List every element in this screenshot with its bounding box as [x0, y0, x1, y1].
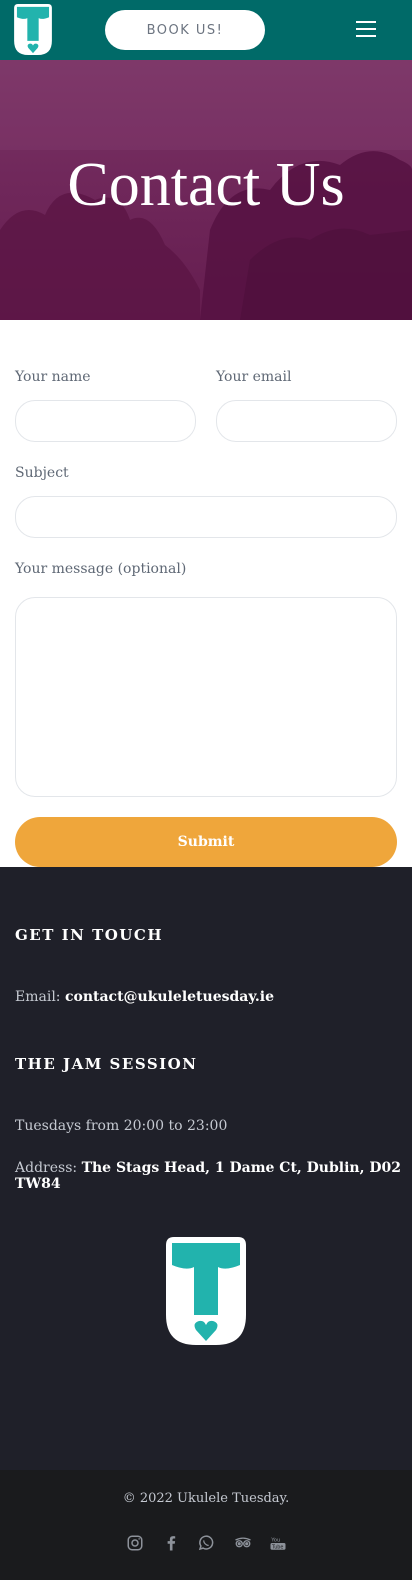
submit-button[interactable]: Submit — [15, 817, 397, 867]
email-link[interactable]: contact@ukuleletuesday.ie — [65, 989, 274, 1005]
whatsapp-icon[interactable] — [197, 1534, 215, 1552]
hamburger-menu-icon[interactable] — [356, 21, 376, 37]
jam-session-heading: THE JAM SESSION — [15, 1055, 198, 1073]
address-label: Address: — [15, 1160, 78, 1176]
name-label: Your name — [15, 369, 91, 385]
hero-banner: Contact Us — [0, 60, 412, 320]
svg-text:Tube: Tube — [271, 1545, 283, 1551]
email-input[interactable] — [216, 400, 397, 442]
tripadvisor-icon[interactable] — [234, 1534, 252, 1552]
site-header: BOOK US! — [0, 0, 412, 60]
facebook-icon[interactable] — [162, 1534, 180, 1552]
name-input[interactable] — [15, 400, 196, 442]
subject-label: Subject — [15, 465, 69, 481]
email-label: Your email — [216, 369, 292, 385]
ukulele-tuesday-logo-icon[interactable] — [14, 4, 52, 55]
message-label: Your message (optional) — [15, 561, 187, 577]
instagram-icon[interactable] — [126, 1534, 144, 1552]
schedule-text: Tuesdays from 20:00 to 23:00 — [15, 1118, 228, 1134]
footer-bottom-bar — [0, 1470, 412, 1580]
message-textarea[interactable] — [15, 597, 397, 797]
page-title: Contact Us — [67, 151, 345, 219]
subject-input[interactable] — [15, 496, 397, 538]
get-in-touch-heading: GET IN TOUCH — [15, 926, 163, 944]
youtube-icon[interactable]: You Tube — [269, 1534, 287, 1552]
ukulele-tuesday-logo-icon — [166, 1237, 246, 1345]
svg-text:You: You — [270, 1538, 280, 1544]
email-label: Email: — [15, 989, 61, 1005]
book-us-button[interactable]: BOOK US! — [105, 10, 265, 50]
copyright-text: © 2022 Ukulele Tuesday. — [122, 1491, 290, 1506]
address-line: Address: The Stags Head, 1 Dame Ct, Dubl… — [15, 1160, 412, 1192]
email-line: Email: contact@ukuleletuesday.ie — [15, 989, 274, 1005]
